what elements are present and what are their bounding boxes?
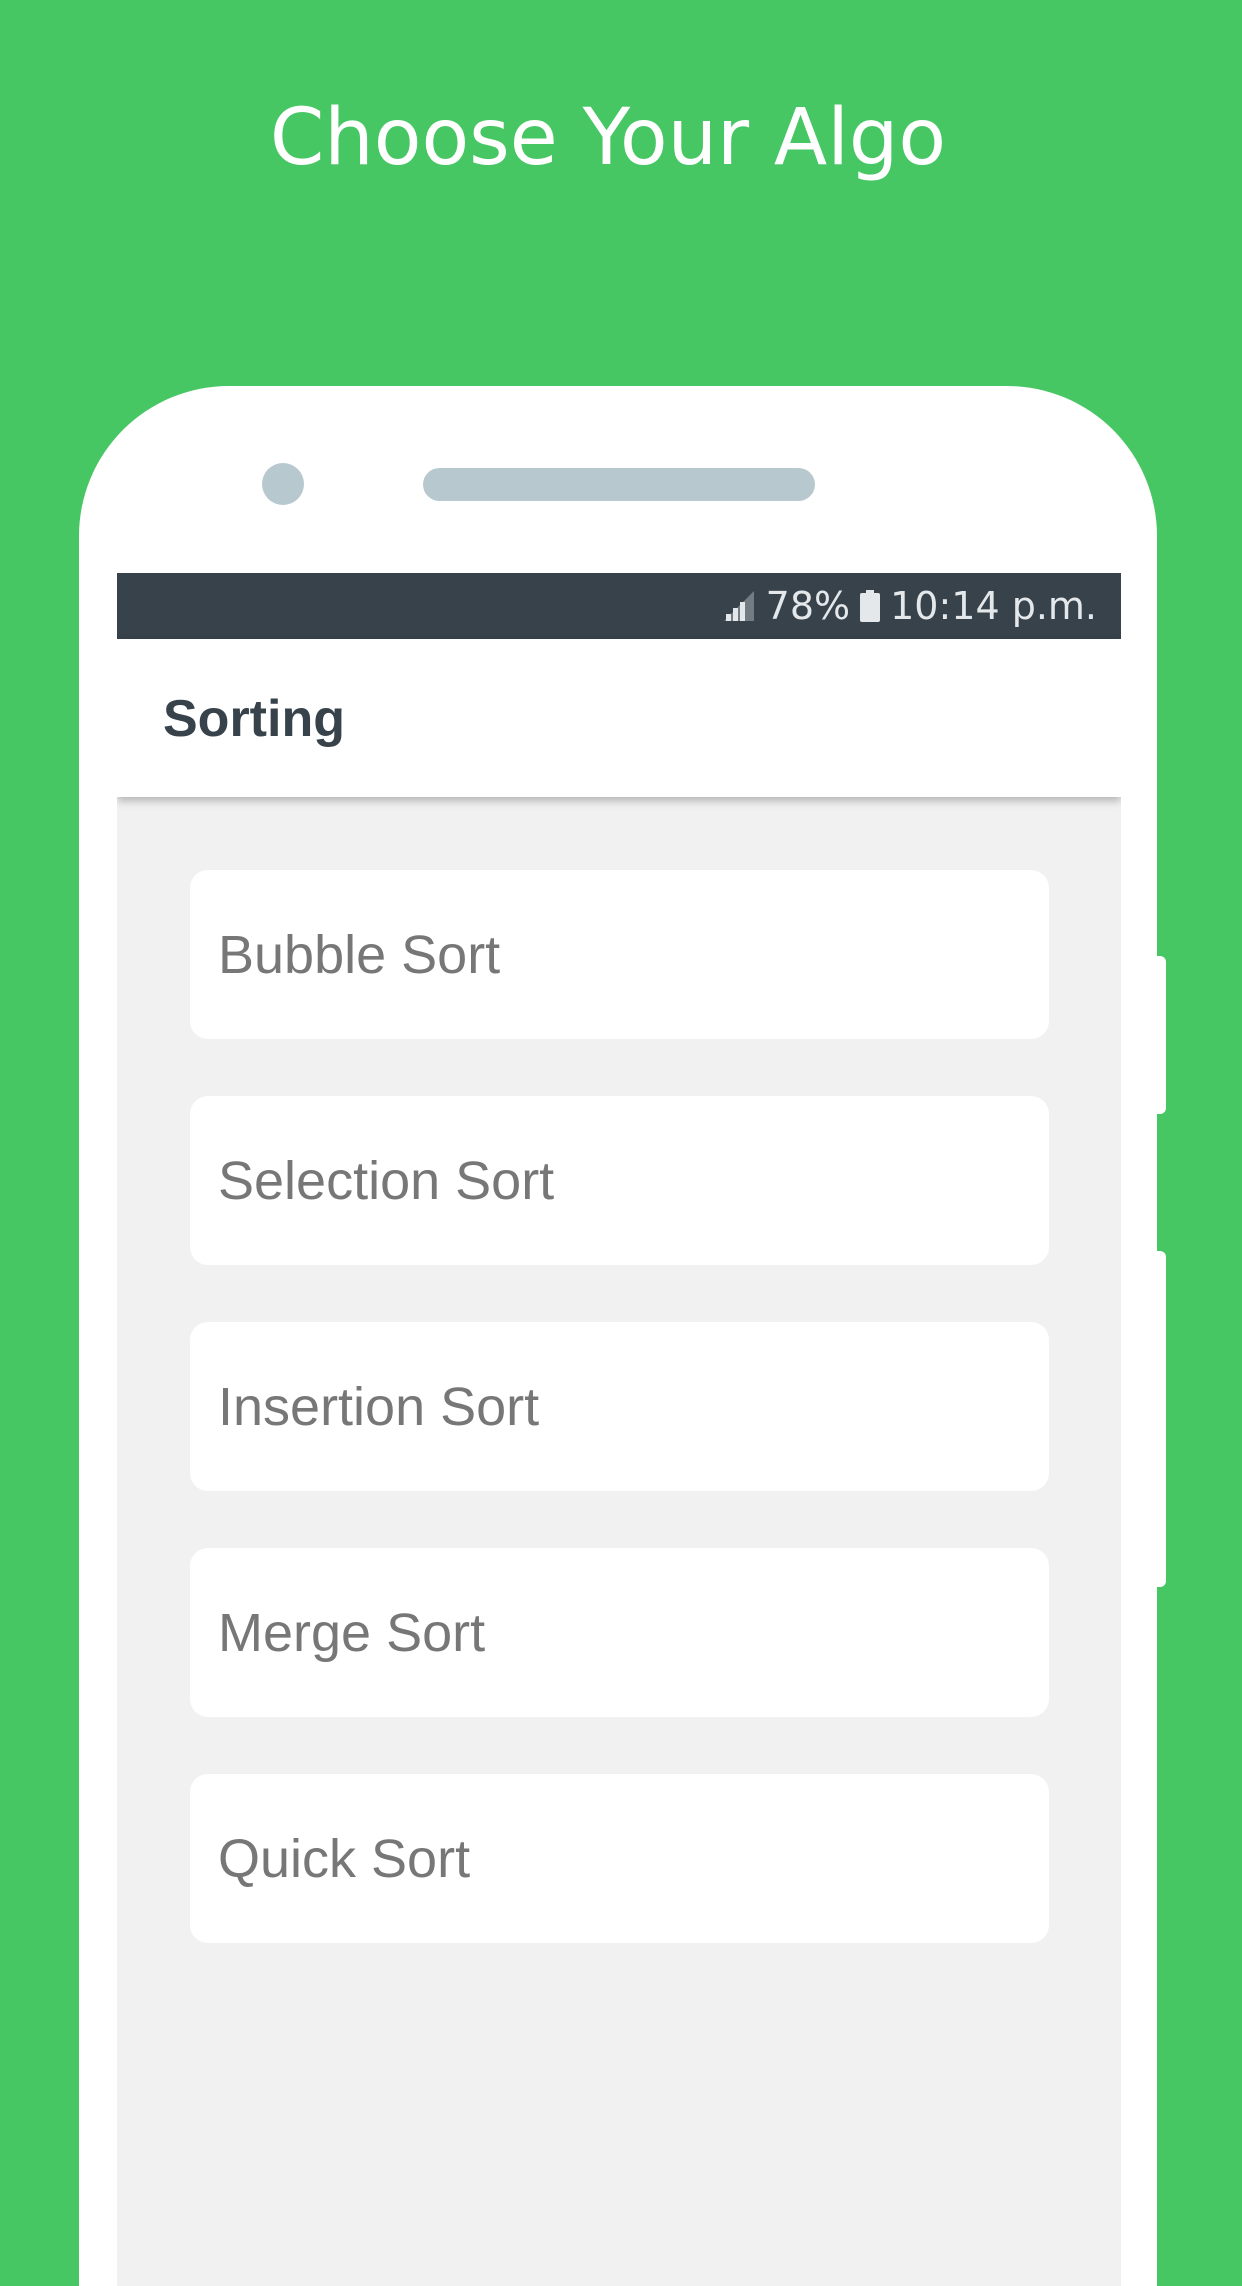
front-camera xyxy=(262,463,304,505)
promo-headline: Choose Your Algo xyxy=(269,93,947,183)
algo-item-insertion-sort[interactable]: Insertion Sort xyxy=(190,1322,1049,1491)
algo-item-label: Merge Sort xyxy=(218,1602,486,1663)
algo-item-merge-sort[interactable]: Merge Sort xyxy=(190,1548,1049,1717)
algorithm-list: Bubble Sort Selection Sort Insertion Sor… xyxy=(190,870,1049,2000)
algo-item-label: Insertion Sort xyxy=(218,1376,540,1437)
earpiece-speaker xyxy=(423,468,815,501)
algo-item-quick-sort[interactable]: Quick Sort xyxy=(190,1774,1049,1943)
phone-frame: 78% 10:14 p.m. Sorting Bubble Sort Selec… xyxy=(79,386,1157,2286)
algo-item-label: Bubble Sort xyxy=(218,924,501,985)
app-bar-title: Sorting xyxy=(163,690,345,748)
app-bar: Sorting xyxy=(117,639,1121,797)
phone-side-button xyxy=(1156,956,1166,1114)
algo-item-label: Quick Sort xyxy=(218,1828,471,1889)
battery-percent: 78% xyxy=(765,584,851,628)
status-indicators: 78% 10:14 p.m. xyxy=(722,573,1097,639)
algo-item-selection-sort[interactable]: Selection Sort xyxy=(190,1096,1049,1265)
status-time: 10:14 p.m. xyxy=(890,584,1097,628)
algo-item-label: Selection Sort xyxy=(218,1150,555,1211)
algo-item-bubble-sort[interactable]: Bubble Sort xyxy=(190,870,1049,1039)
phone-side-button xyxy=(1156,1251,1166,1587)
status-bar: 78% 10:14 p.m. xyxy=(117,573,1121,639)
signal-icon xyxy=(722,590,756,622)
battery-icon xyxy=(860,590,881,622)
phone-screen: 78% 10:14 p.m. Sorting Bubble Sort Selec… xyxy=(117,573,1121,2286)
